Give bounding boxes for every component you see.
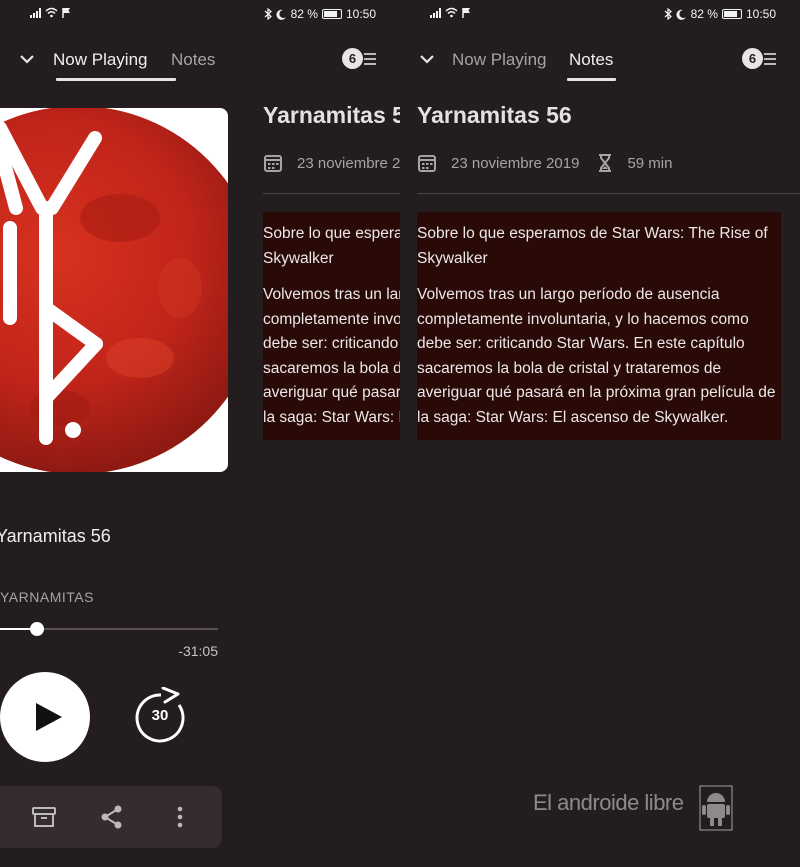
episode-title: Yarnamitas 56 <box>0 526 111 546</box>
queue-count: 6 <box>342 48 363 69</box>
divider <box>417 193 800 194</box>
queue-icon <box>764 53 776 68</box>
tab-indicator <box>56 78 176 81</box>
app-bar: Now Playing Notes 6 <box>0 36 400 84</box>
share-icon[interactable] <box>98 803 126 831</box>
tab-notes[interactable]: Notes <box>569 50 613 70</box>
notes-headline: Sobre lo que esperamos de Star Wars: The… <box>417 225 768 267</box>
signal-icon <box>30 7 41 18</box>
calendar-icon <box>418 155 436 172</box>
episode-date: 23 noviembre 2019 <box>297 154 400 172</box>
wifi-icon <box>45 7 58 18</box>
app-bar: Now Playing Notes 6 <box>400 36 800 84</box>
notes-peek: Sobre lo que esperamos de Star Wars: The… <box>263 212 400 440</box>
flag-icon <box>62 8 70 18</box>
now-playing-screen: 82 % 10:50 Now Playing Notes 6 Yarnamita… <box>0 0 400 867</box>
divider <box>263 193 400 194</box>
chevron-down-icon[interactable] <box>418 50 436 68</box>
status-bar: 82 % 10:50 <box>400 0 800 30</box>
clock: 10:50 <box>345 7 376 21</box>
episode-date: 23 noviembre 2019 <box>451 154 580 172</box>
bluetooth-icon <box>664 8 672 20</box>
podcast-name[interactable]: YARNAMITAS <box>0 589 94 605</box>
blood-moon-rune-image <box>0 108 228 472</box>
flag-icon <box>462 8 470 18</box>
episode-duration: 59 min <box>627 154 673 172</box>
play-button[interactable] <box>0 672 90 762</box>
clock: 10:50 <box>745 7 776 21</box>
battery-percent: 82 % <box>290 7 318 21</box>
battery-icon <box>721 9 742 19</box>
queue-icon <box>364 53 376 68</box>
status-right: 82 % 10:50 <box>664 7 776 21</box>
queue-button[interactable]: 6 <box>342 48 378 70</box>
battery-percent: 82 % <box>690 7 718 21</box>
skip-seconds-label: 30 <box>151 707 169 724</box>
wifi-icon <box>445 7 458 18</box>
notes-screen: 82 % 10:50 Now Playing Notes 6 Yarnamita… <box>400 0 800 867</box>
episode-meta: 23 noviembre 2019 59 min <box>417 152 672 174</box>
calendar-icon <box>264 155 282 172</box>
signal-icon <box>430 7 441 18</box>
queue-button[interactable]: 6 <box>742 48 778 70</box>
android-robot-logo <box>699 785 733 831</box>
moon-icon <box>276 9 286 20</box>
notes-body: Volvemos tras un largo período de ausenc… <box>263 286 400 426</box>
notes-peek-meta: 23 noviembre 2019 <box>263 152 400 174</box>
watermark-text: El androide libre <box>533 790 684 815</box>
more-vert-icon[interactable] <box>166 803 194 831</box>
notes-peek-title: Yarnamitas 56 <box>263 102 400 128</box>
battery-icon <box>321 9 342 19</box>
moon-icon <box>676 9 686 20</box>
status-right: 82 % 10:50 <box>264 7 376 21</box>
archive-icon[interactable] <box>30 803 58 831</box>
episode-notes: Sobre lo que esperamos de Star Wars: The… <box>417 212 781 440</box>
tab-indicator <box>567 78 616 81</box>
status-left <box>30 7 71 18</box>
bluetooth-icon <box>264 8 272 20</box>
seek-thumb[interactable] <box>30 622 44 636</box>
episode-title: Yarnamitas 56 <box>417 102 572 128</box>
hourglass-icon <box>599 154 612 172</box>
play-icon <box>36 703 62 731</box>
time-remaining: -31:05 <box>178 643 218 659</box>
action-bar <box>0 786 222 848</box>
tab-now-playing[interactable]: Now Playing <box>53 50 148 70</box>
skip-forward-button[interactable]: 30 <box>133 686 191 745</box>
notes-body: Volvemos tras un largo período de ausenc… <box>417 286 776 426</box>
tab-now-playing[interactable]: Now Playing <box>452 50 547 70</box>
tab-notes[interactable]: Notes <box>171 50 215 70</box>
status-left <box>430 7 471 18</box>
chevron-down-icon[interactable] <box>18 50 36 68</box>
notes-headline: Sobre lo que esperamos de Star Wars: The… <box>263 225 400 267</box>
episode-artwork <box>0 108 228 472</box>
status-bar: 82 % 10:50 <box>0 0 400 30</box>
queue-count: 6 <box>742 48 763 69</box>
